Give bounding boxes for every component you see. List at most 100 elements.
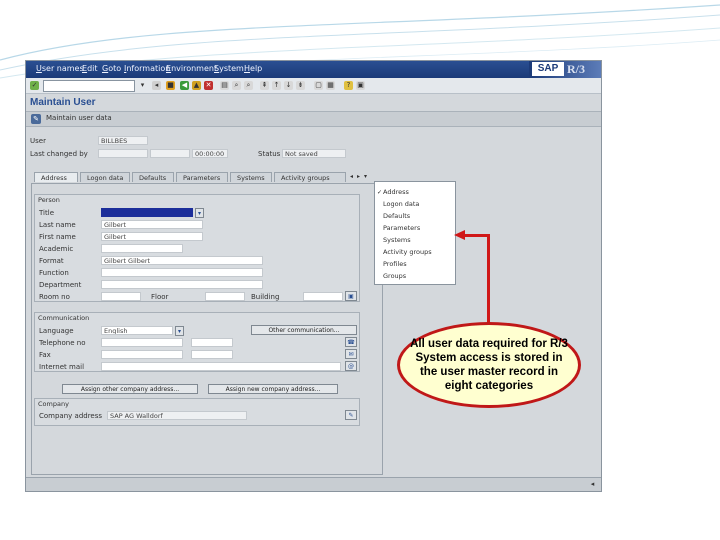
- first-page-icon[interactable]: ⇞: [260, 81, 269, 90]
- internet-mail-field[interactable]: [101, 362, 341, 371]
- department-label: Department: [39, 281, 82, 289]
- building-label: Building: [251, 293, 280, 301]
- selected-check-icon: ✓: [377, 189, 383, 196]
- sap-product: R/3: [567, 62, 585, 76]
- dropdown-item-defaults[interactable]: Defaults: [383, 212, 410, 220]
- menu-information[interactable]: Information: [124, 64, 170, 73]
- room-label: Room no: [39, 293, 70, 301]
- find-next-icon[interactable]: ⌕: [244, 81, 253, 90]
- cancel-icon[interactable]: ✕: [204, 81, 213, 90]
- time-field: 00:00:00: [192, 149, 228, 158]
- fax-more-icon[interactable]: ✉: [345, 349, 357, 359]
- sap-logo: SAP R/3: [529, 61, 601, 78]
- standard-toolbar: ✓ ▾ ◂ ■ ◀ ▲ ✕ ▤ ⌕ ⌕ ⇞ ↑ ↓ ⇟ ▢ ▦ ? ▣: [26, 78, 601, 94]
- help-icon[interactable]: ?: [344, 81, 353, 90]
- save-icon[interactable]: ■: [166, 81, 175, 90]
- fax-label: Fax: [39, 351, 51, 359]
- academic-label: Academic: [39, 245, 74, 253]
- callout-text: All user data required for R/3 System ac…: [410, 338, 568, 392]
- assign-other-address-button[interactable]: Assign other company address...: [62, 384, 198, 394]
- academic-field[interactable]: [101, 244, 183, 253]
- layout-icon[interactable]: ▣: [356, 81, 365, 90]
- dropdown-item-systems[interactable]: Systems: [383, 236, 411, 244]
- telephone-field[interactable]: [101, 338, 183, 347]
- room-field[interactable]: [101, 292, 141, 301]
- floor-field[interactable]: [205, 292, 245, 301]
- building-field[interactable]: [303, 292, 343, 301]
- sap-window: User names Edit Goto Information Environ…: [25, 60, 602, 492]
- company-group-title: Company: [38, 400, 69, 408]
- next-page-icon[interactable]: ↓: [284, 81, 293, 90]
- tab-list-dropdown: ✓ Address Logon data Defaults Parameters…: [374, 181, 456, 285]
- menu-environment[interactable]: Environment: [166, 64, 217, 73]
- assign-new-address-button[interactable]: Assign new company address...: [208, 384, 338, 394]
- telephone-more-icon[interactable]: ☎: [345, 337, 357, 347]
- sap-brand: SAP: [532, 62, 564, 76]
- user-label: User: [30, 137, 46, 145]
- new-session-icon[interactable]: ▢: [314, 81, 323, 90]
- status-bar-handle-icon[interactable]: ◂: [588, 480, 597, 489]
- dropdown-item-groups[interactable]: Groups: [383, 272, 406, 280]
- first-name-field[interactable]: Gilbert: [101, 232, 203, 241]
- maintain-icon[interactable]: ✎: [31, 114, 41, 124]
- last-changed-label: Last changed by: [30, 150, 88, 158]
- last-page-icon[interactable]: ⇟: [296, 81, 305, 90]
- person-group-title: Person: [38, 196, 60, 204]
- tab-activity-groups[interactable]: Activity groups: [274, 172, 346, 182]
- appbar-label: Maintain user data: [46, 114, 112, 122]
- format-field[interactable]: Gilbert Gilbert: [101, 256, 263, 265]
- department-field[interactable]: [101, 280, 263, 289]
- menu-help[interactable]: Help: [244, 64, 262, 73]
- tab-address[interactable]: Address: [34, 172, 78, 182]
- telephone-ext-field[interactable]: [191, 338, 233, 347]
- back-icon[interactable]: ◀: [180, 81, 189, 90]
- dropdown-item-parameters[interactable]: Parameters: [383, 224, 420, 232]
- enter-icon[interactable]: ◂: [152, 81, 161, 90]
- tab-scroll-right-icon[interactable]: ▸: [357, 173, 363, 180]
- company-group: Company Company address SAP AG Walldorf …: [34, 398, 360, 426]
- tab-defaults[interactable]: Defaults: [132, 172, 174, 182]
- company-edit-icon[interactable]: ✎: [345, 410, 357, 420]
- tab-scroll-left-icon[interactable]: ◂: [350, 173, 356, 180]
- language-dropdown-icon[interactable]: ▾: [175, 326, 184, 336]
- status-field: Not saved: [282, 149, 346, 158]
- tab-list-icon[interactable]: ▾: [364, 173, 370, 180]
- exit-icon[interactable]: ▲: [192, 81, 201, 90]
- fax-ext-field[interactable]: [191, 350, 233, 359]
- check-icon[interactable]: ✓: [30, 81, 39, 90]
- function-field[interactable]: [101, 268, 263, 277]
- dropdown-item-profiles[interactable]: Profiles: [383, 260, 407, 268]
- language-field[interactable]: English: [101, 326, 173, 335]
- first-name-label: First name: [39, 233, 76, 241]
- find-icon[interactable]: ⌕: [232, 81, 241, 90]
- tab-parameters[interactable]: Parameters: [176, 172, 228, 182]
- last-name-label: Last name: [39, 221, 76, 229]
- dropdown-item-activity-groups[interactable]: Activity groups: [383, 248, 432, 256]
- callout-arrowhead-icon: [454, 230, 465, 240]
- tab-systems[interactable]: Systems: [230, 172, 272, 182]
- more-fields-icon[interactable]: ▣: [345, 291, 357, 301]
- fax-field[interactable]: [101, 350, 183, 359]
- print-icon[interactable]: ▤: [220, 81, 229, 90]
- internet-mail-label: Internet mail: [39, 363, 85, 371]
- title-dropdown-icon[interactable]: ▾: [195, 208, 204, 218]
- communication-group-title: Communication: [38, 314, 90, 322]
- dropdown-icon[interactable]: ▾: [138, 81, 147, 90]
- last-changed-field: [98, 149, 148, 158]
- menu-edit[interactable]: Edit: [82, 64, 98, 73]
- shortcut-icon[interactable]: ▦: [326, 81, 335, 90]
- menu-user-names[interactable]: User names: [36, 64, 84, 73]
- menu-system[interactable]: System: [214, 64, 244, 73]
- other-communication-button[interactable]: Other communication...: [251, 325, 357, 335]
- dropdown-item-logon-data[interactable]: Logon data: [383, 200, 419, 208]
- mail-more-icon[interactable]: @: [345, 361, 357, 371]
- title-field[interactable]: [101, 208, 193, 217]
- command-field[interactable]: [43, 80, 135, 92]
- tab-logon-data[interactable]: Logon data: [80, 172, 130, 182]
- menu-goto[interactable]: Goto: [102, 64, 121, 73]
- date-field: [150, 149, 190, 158]
- dropdown-item-address[interactable]: Address: [383, 188, 409, 196]
- last-name-field[interactable]: Gilbert: [101, 220, 203, 229]
- company-address-label: Company address: [39, 412, 103, 420]
- prev-page-icon[interactable]: ↑: [272, 81, 281, 90]
